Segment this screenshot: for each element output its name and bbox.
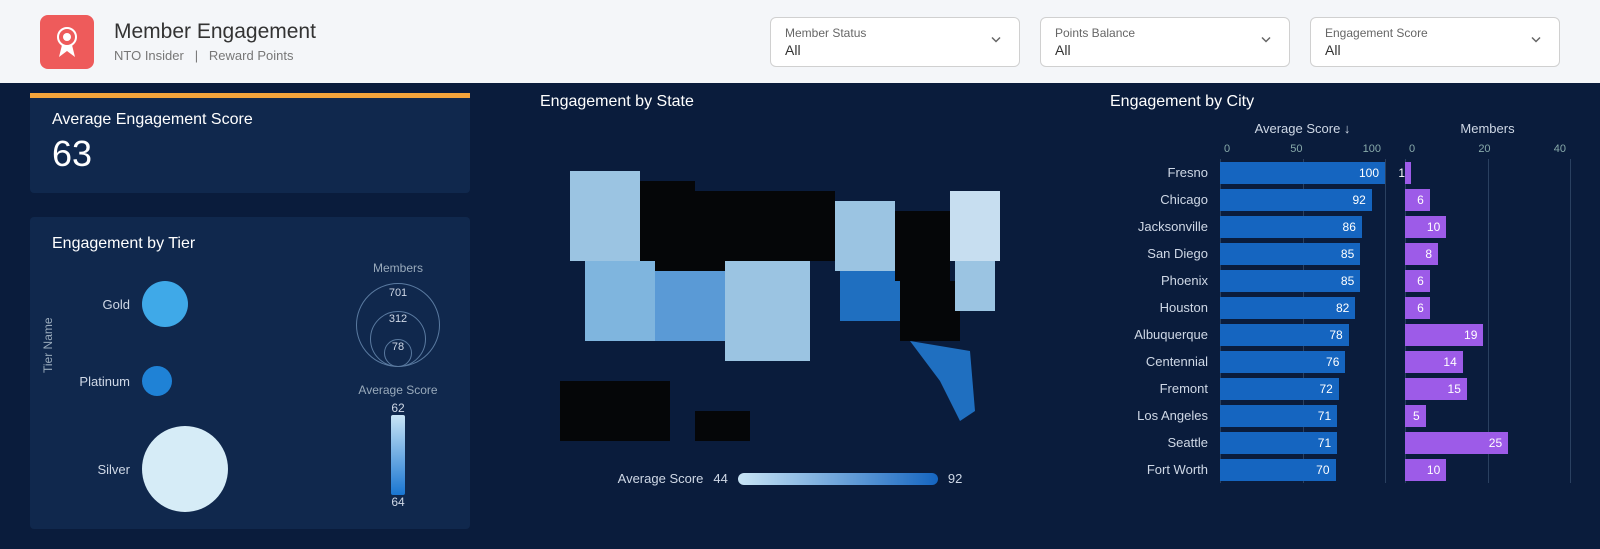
map-legend-gradient <box>738 473 938 485</box>
score-bar[interactable]: 86 <box>1220 216 1362 238</box>
map-legend-max: 92 <box>948 471 962 486</box>
tier-bubble-gold[interactable]: Gold <box>72 281 188 327</box>
content: Average Engagement Score 63 Engagement b… <box>0 83 1600 549</box>
members-bar[interactable]: 25 <box>1405 432 1508 454</box>
score-bar[interactable]: 85 <box>1220 270 1360 292</box>
score-bar[interactable]: 92 <box>1220 189 1372 211</box>
city-name: Phoenix <box>1110 267 1220 294</box>
filter-engagement-score[interactable]: Engagement Score All <box>1310 17 1560 67</box>
map-legend: Average Score 44 92 <box>540 471 1040 486</box>
members-bar[interactable]: 19 <box>1405 324 1483 346</box>
metric-value: 63 <box>52 133 448 175</box>
breadcrumb: NTO Insider | Reward Points <box>114 48 750 63</box>
city-title: Engagement by City <box>1110 93 1570 111</box>
score-bar[interactable]: 71 <box>1220 405 1337 427</box>
accent-bar <box>30 93 470 98</box>
filter-value: All <box>785 42 1005 58</box>
city-name: Chicago <box>1110 186 1220 213</box>
legend-size-circles: 701 312 78 <box>356 283 440 367</box>
score-bar[interactable]: 100 <box>1220 162 1385 184</box>
header: Member Engagement NTO Insider | Reward P… <box>0 0 1600 83</box>
city-name: San Diego <box>1110 240 1220 267</box>
members-ticks: 02040 <box>1405 143 1570 159</box>
bubble-icon <box>142 281 188 327</box>
members-bar[interactable]: 10 <box>1405 216 1446 238</box>
map-legend-label: Average Score <box>618 471 704 486</box>
city-name: Los Angeles <box>1110 402 1220 429</box>
score-bar[interactable]: 72 <box>1220 378 1339 400</box>
members-bar[interactable]: 14 <box>1405 351 1463 373</box>
filter-value: All <box>1055 42 1275 58</box>
city-name: Fremont <box>1110 375 1220 402</box>
us-map-chart[interactable] <box>540 121 1040 461</box>
score-ticks: 050100 <box>1220 143 1385 159</box>
tier-name-label: Platinum <box>72 374 142 389</box>
score-bar[interactable]: 85 <box>1220 243 1360 265</box>
score-column: Average Score ↓ 050100 100 92 86 85 85 82 78 76… <box>1220 121 1385 483</box>
score-header: Average Score ↓ <box>1220 121 1385 143</box>
city-name: Seattle <box>1110 429 1220 456</box>
chevron-down-icon <box>989 32 1003 51</box>
page-title: Member Engagement <box>114 20 750 44</box>
score-bar[interactable]: 78 <box>1220 324 1349 346</box>
city-name: Albuquerque <box>1110 321 1220 348</box>
tier-bubble-chart[interactable]: Tier Name GoldPlatinumSilver <box>52 261 348 511</box>
state-title: Engagement by State <box>540 93 1040 111</box>
tier-card: Engagement by Tier Tier Name Gold Platinu… <box>30 217 470 529</box>
members-bar[interactable]: 5 <box>1405 405 1426 427</box>
filter-member-status[interactable]: Member Status All <box>770 17 1020 67</box>
filter-points-balance[interactable]: Points Balance All <box>1040 17 1290 67</box>
metric-label: Average Engagement Score <box>52 111 448 129</box>
members-bar[interactable]: 8 <box>1405 243 1438 265</box>
city-column: Engagement by City FresnoChicagoJacksonv… <box>1110 93 1570 529</box>
legend-color-gradient: Average Score 62 64 <box>358 383 437 509</box>
tier-title: Engagement by Tier <box>52 235 448 253</box>
filter-label: Engagement Score <box>1325 26 1545 40</box>
tier-name-label: Silver <box>72 462 142 477</box>
members-bar[interactable]: 6 <box>1405 270 1430 292</box>
members-bar[interactable]: 1 <box>1405 162 1411 184</box>
breadcrumb-sep: | <box>187 48 205 63</box>
score-bar[interactable]: 82 <box>1220 297 1355 319</box>
ribbon-badge-icon <box>40 15 94 69</box>
score-bar[interactable]: 70 <box>1220 459 1336 481</box>
avg-score-card: Average Engagement Score 63 <box>30 93 470 193</box>
chevron-down-icon <box>1529 32 1543 51</box>
filter-label: Member Status <box>785 26 1005 40</box>
city-name: Houston <box>1110 294 1220 321</box>
tier-legend: Members 701 312 78 Average Score 62 64 <box>348 261 448 511</box>
members-header: Members <box>1405 121 1570 143</box>
tier-bubble-platinum[interactable]: Platinum <box>72 366 172 396</box>
state-column: Engagement by State <box>540 93 1040 529</box>
city-name: Jacksonville <box>1110 213 1220 240</box>
score-bar[interactable]: 71 <box>1220 432 1337 454</box>
bubble-icon <box>142 366 172 396</box>
members-bar[interactable]: 10 <box>1405 459 1446 481</box>
tier-bubble-silver[interactable]: Silver <box>72 426 228 512</box>
breadcrumb-b[interactable]: Reward Points <box>209 48 294 63</box>
filter-label: Points Balance <box>1055 26 1275 40</box>
city-chart[interactable]: FresnoChicagoJacksonvilleSan DiegoPhoeni… <box>1110 121 1570 483</box>
city-name: Centennial <box>1110 348 1220 375</box>
legend-avg-label: Average Score <box>358 383 437 397</box>
y-axis-label: Tier Name <box>41 317 55 373</box>
title-block: Member Engagement NTO Insider | Reward P… <box>114 20 750 63</box>
legend-members-label: Members <box>373 261 423 275</box>
tier-name-label: Gold <box>72 297 142 312</box>
members-bar[interactable]: 6 <box>1405 189 1430 211</box>
chevron-down-icon <box>1259 32 1273 51</box>
left-column: Average Engagement Score 63 Engagement b… <box>30 93 470 529</box>
city-name: Fort Worth <box>1110 456 1220 483</box>
bubble-icon <box>142 426 228 512</box>
map-legend-min: 44 <box>713 471 727 486</box>
score-bar[interactable]: 76 <box>1220 351 1345 373</box>
city-name: Fresno <box>1110 159 1220 186</box>
members-bar[interactable]: 6 <box>1405 297 1430 319</box>
filter-value: All <box>1325 42 1545 58</box>
breadcrumb-a[interactable]: NTO Insider <box>114 48 184 63</box>
members-column: Members 02040 1 6 10 8 6 6 19 14 15 5 25 10 <box>1405 121 1570 483</box>
members-bar[interactable]: 15 <box>1405 378 1467 400</box>
city-names-col: FresnoChicagoJacksonvilleSan DiegoPhoeni… <box>1110 121 1220 483</box>
